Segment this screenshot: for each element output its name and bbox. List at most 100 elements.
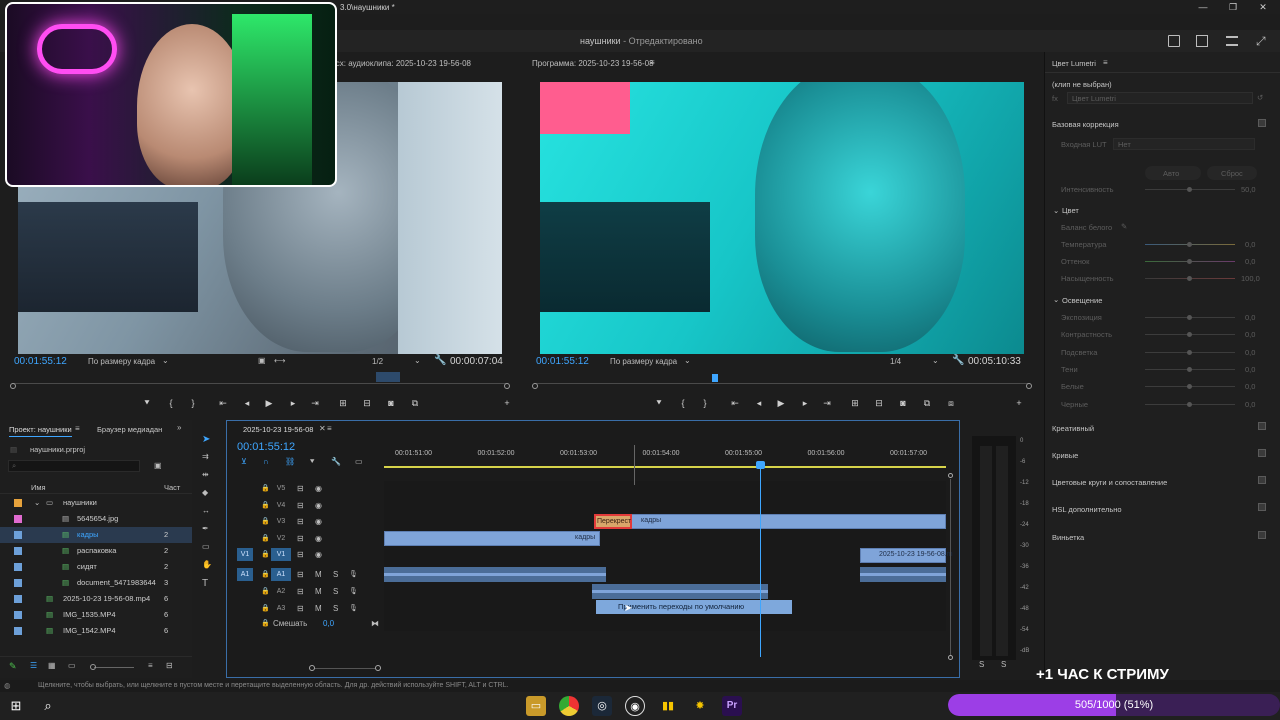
slip-tool-icon[interactable]: ↔ — [202, 506, 210, 515]
mark-out-icon[interactable]: } — [698, 398, 712, 408]
file-explorer-icon[interactable]: ▭ — [526, 696, 546, 716]
close-button[interactable]: ✕ — [1256, 2, 1270, 12]
video-clip[interactable]: 2025-10-23 19-56-08.m — [860, 548, 953, 563]
reset-icon[interactable]: ↺ — [1257, 93, 1263, 102]
step-back-icon[interactable]: ◂ — [240, 398, 254, 409]
temperature-value[interactable]: 0,0 — [1245, 240, 1255, 249]
creative-toggle[interactable] — [1258, 422, 1266, 430]
eye-icon[interactable]: ◉ — [315, 550, 322, 559]
project-item[interactable]: ▤ document_5471983644 3 — [0, 575, 192, 591]
program-resolution-select[interactable]: 1/4 — [890, 357, 901, 366]
project-item[interactable]: ▤ сидят 2 — [0, 559, 192, 575]
sync-lock-icon[interactable]: ⊟ — [297, 501, 304, 510]
shadows-value[interactable]: 0,0 — [1245, 365, 1255, 374]
insert-icon[interactable]: ⟷ — [274, 356, 285, 365]
sync-lock-icon[interactable]: ⊟ — [297, 604, 304, 613]
compare-icon[interactable]: ⧉ — [920, 398, 934, 409]
camera-icon[interactable]: ◙ — [896, 398, 910, 408]
playhead-handle[interactable] — [756, 461, 765, 469]
go-to-out-icon[interactable]: ⇥ — [308, 398, 322, 409]
lock-icon[interactable]: 🔒 — [261, 587, 270, 595]
add-button-icon[interactable]: + — [500, 398, 514, 408]
vignette-toggle[interactable] — [1258, 531, 1266, 539]
timeline-ruler[interactable]: 00:01:51:00 00:01:52:00 00:01:53:00 00:01:5… — [384, 446, 946, 470]
project-item[interactable]: ▤ 5645654.jpg — [0, 511, 192, 527]
project-item[interactable]: ▤ IMG_1535.MP4 6 — [0, 607, 192, 623]
chrome-icon[interactable] — [559, 696, 579, 716]
video-clip[interactable]: кадры — [594, 514, 946, 529]
step-forward-icon[interactable]: ▸ — [798, 398, 812, 409]
curves-toggle[interactable] — [1258, 449, 1266, 457]
label-color-swatch[interactable] — [14, 627, 22, 635]
blacks-value[interactable]: 0,0 — [1245, 400, 1255, 409]
lumetri-title[interactable]: Цвет Lumetri — [1052, 59, 1096, 68]
audio-clip[interactable] — [592, 584, 768, 599]
label-color-swatch[interactable] — [14, 579, 22, 587]
saturation-value[interactable]: 100,0 — [1241, 274, 1260, 283]
workspaces-icon[interactable] — [1226, 36, 1238, 46]
mute-button[interactable]: M — [315, 570, 322, 579]
source-patch-button[interactable]: V1 — [237, 548, 253, 561]
source-timecode[interactable]: 00:01:55:12 — [14, 356, 67, 367]
freeform-view-icon[interactable]: ▭ — [68, 661, 76, 670]
source-in-out-range[interactable] — [376, 372, 400, 382]
tint-knob[interactable] — [1187, 259, 1192, 264]
selection-tool-icon[interactable]: ➤ — [202, 434, 210, 445]
go-to-end-icon[interactable]: ⧓ — [371, 619, 379, 628]
label-color-swatch[interactable] — [14, 563, 22, 571]
light-section-header[interactable]: Освещение — [1062, 296, 1102, 305]
panel-menu-icon[interactable]: ≡ — [650, 58, 655, 67]
label-color-swatch[interactable] — [14, 595, 22, 603]
track-target-button[interactable]: V3 — [271, 515, 291, 528]
chevron-down-icon[interactable]: ⌄ — [932, 356, 939, 365]
track-target-button[interactable]: V1 — [271, 548, 291, 561]
mix-value[interactable]: 0,0 — [323, 619, 334, 628]
safe-margins-icon[interactable]: ▣ — [258, 356, 266, 365]
reset-button[interactable]: Сброс — [1207, 166, 1257, 180]
play-icon[interactable]: ▶ — [262, 398, 276, 409]
zoom-slider-knob[interactable] — [90, 664, 96, 670]
project-item[interactable]: ▭ ⌄ наушники — [0, 495, 192, 511]
chevron-down-icon[interactable]: ⌄ — [1053, 206, 1059, 215]
app-icon[interactable]: ▮▮ — [658, 696, 678, 716]
label-color-swatch[interactable] — [14, 531, 22, 539]
sync-lock-icon[interactable]: ⊟ — [297, 550, 304, 559]
search-input[interactable]: ⌕ — [8, 460, 140, 472]
sync-lock-icon[interactable]: ⊟ — [297, 534, 304, 543]
microphone-icon[interactable]: 🎙 — [349, 570, 358, 578]
vignette-section-header[interactable]: Виньетка — [1052, 533, 1084, 542]
wrench-icon[interactable]: 🔧 — [331, 457, 341, 466]
label-color-swatch[interactable] — [14, 499, 22, 507]
solo-right-button[interactable]: S — [1001, 660, 1006, 669]
track-target-button[interactable]: A3 — [271, 602, 291, 615]
whites-knob[interactable] — [1187, 384, 1192, 389]
go-to-out-icon[interactable]: ⇥ — [820, 398, 834, 409]
sync-lock-icon[interactable]: ⊟ — [297, 570, 304, 579]
add-button-icon[interactable]: + — [1012, 398, 1026, 408]
lock-icon[interactable]: 🔒 — [261, 550, 270, 558]
source-zoom-handle[interactable] — [504, 383, 510, 389]
chevron-right-icon[interactable]: » — [177, 423, 181, 432]
linked-selection-icon[interactable]: ⛓ — [285, 457, 295, 466]
search-icon[interactable]: ⌕ — [38, 696, 58, 716]
shadows-knob[interactable] — [1187, 367, 1192, 372]
highlights-knob[interactable] — [1187, 350, 1192, 355]
share-icon[interactable] — [1196, 35, 1208, 47]
intensity-value[interactable]: 50,0 — [1241, 185, 1256, 194]
whites-value[interactable]: 0,0 — [1245, 382, 1255, 391]
premiere-icon[interactable]: Pr — [722, 696, 742, 716]
tint-value[interactable]: 0,0 — [1245, 257, 1255, 266]
restore-button[interactable]: ❐ — [1226, 2, 1240, 12]
razor-tool-icon[interactable]: ◆ — [202, 488, 208, 497]
play-icon[interactable]: ▶ — [774, 398, 788, 409]
blacks-knob[interactable] — [1187, 402, 1192, 407]
tab-project[interactable]: Проект: наушники — [9, 425, 72, 437]
track-target-button[interactable]: V2 — [271, 532, 291, 545]
color-wheels-section-header[interactable]: Цветовые круги и сопоставление — [1052, 478, 1167, 487]
program-monitor-title[interactable]: Программа: 2025-10-23 19-56-08 — [532, 59, 654, 68]
pencil-icon[interactable]: ✎ — [9, 661, 17, 672]
sync-lock-icon[interactable]: ⊟ — [297, 587, 304, 596]
lock-icon[interactable]: 🔒 — [261, 534, 270, 542]
playhead[interactable] — [760, 467, 761, 657]
program-zoom-handle[interactable] — [532, 383, 538, 389]
